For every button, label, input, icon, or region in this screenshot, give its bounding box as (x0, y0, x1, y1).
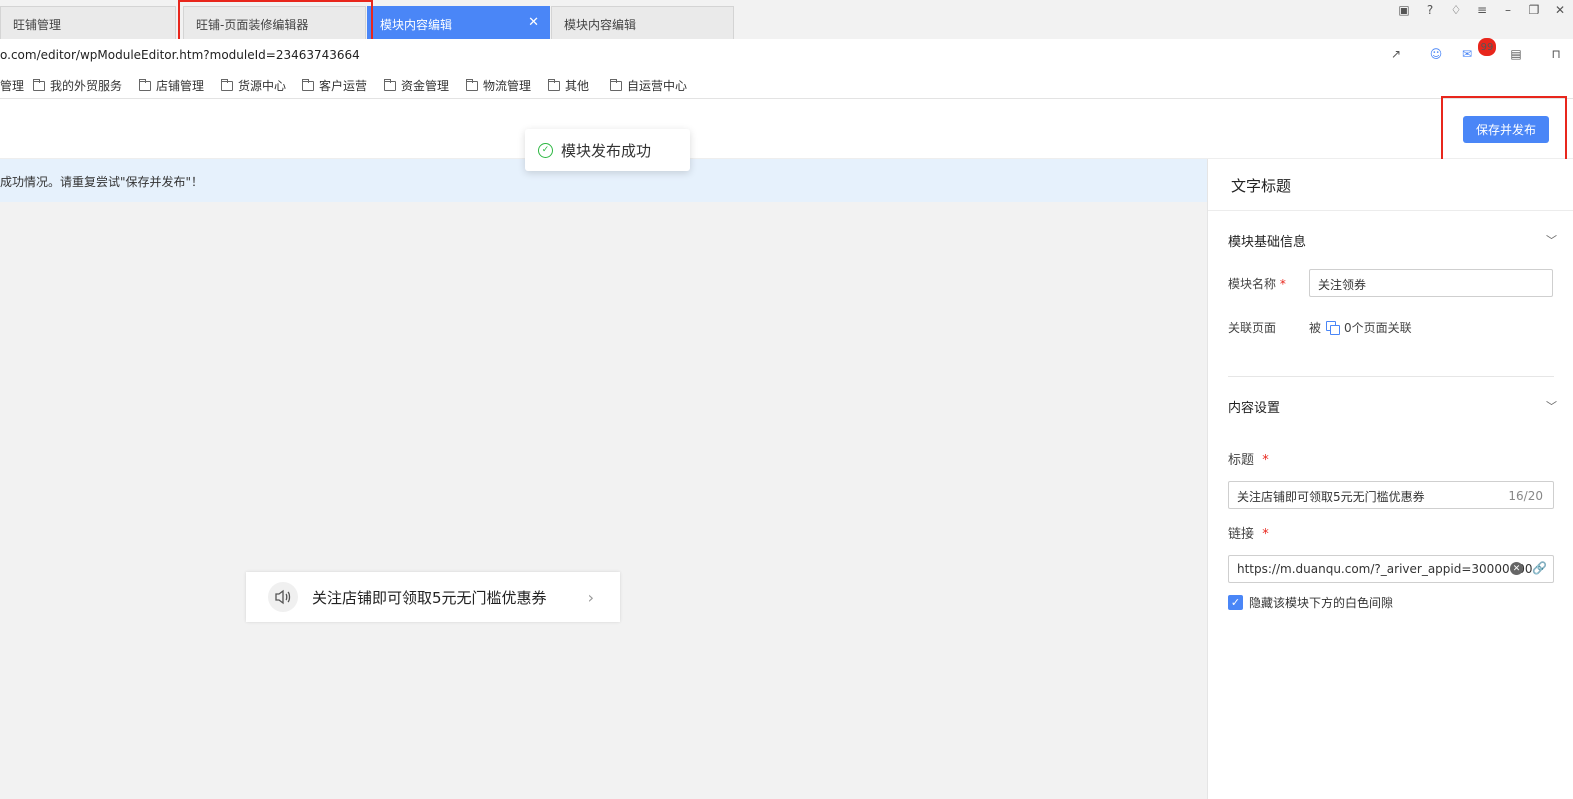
clear-icon[interactable]: ✕ (1510, 562, 1523, 575)
bookmark-label: 资金管理 (401, 79, 450, 93)
label-text: 链接 (1228, 527, 1255, 542)
required-mark: * (1279, 277, 1286, 291)
hide-gap-checkbox[interactable]: ✓ 隐藏该模块下方的白色间隙 (1228, 594, 1393, 611)
bag-icon[interactable]: ⊓ (1547, 45, 1565, 63)
editor-canvas: 成功情况。请重复尝试"保存并发布"！ 关注店铺即可领取5元无门槛优惠券 › (0, 159, 1207, 799)
label-text: 标题 (1228, 453, 1255, 468)
relation-text[interactable]: 0个页面关联 (1344, 319, 1412, 336)
check-circle-icon: ✓ (538, 142, 553, 158)
relation-prefix: 被 (1309, 321, 1322, 335)
highlight-box-save (1441, 96, 1567, 163)
bookmark-label: 物流管理 (483, 79, 532, 93)
folder-icon (548, 78, 560, 91)
menu-icon[interactable]: ≡ (1475, 3, 1489, 17)
mail-icon[interactable]: ✉ 99 (1462, 38, 1497, 63)
bookmark-item[interactable]: 客户运营 (302, 77, 367, 94)
speaker-icon (268, 582, 298, 612)
chevron-down-icon[interactable]: ﹀ (1546, 398, 1557, 414)
divider (1228, 376, 1554, 377)
char-counter: 16/20 (1508, 489, 1543, 503)
bookmark-item[interactable]: 物流管理 (466, 77, 531, 94)
chevron-down-icon[interactable]: ﹀ (1546, 232, 1557, 248)
relation-info: 被 0个页面关联 (1309, 319, 1412, 336)
panel-title: 文字标题 (1231, 177, 1292, 195)
window-controls: ▣ ? ♢ ≡ – ❐ ✕ (1397, 3, 1567, 21)
copy-icon (1326, 321, 1341, 335)
bookmark-item[interactable]: 资金管理 (384, 77, 449, 94)
folder-icon (610, 78, 622, 91)
address-icons: ↗ ☺ ✉ 99 ▤ ⊓ (1387, 38, 1565, 63)
heading-input[interactable]: 关注店铺即可领取5元无门槛优惠券 16/20 (1228, 481, 1554, 509)
link-icon[interactable]: 🔗 (1532, 561, 1547, 575)
tab-label: 模块内容编辑 (380, 18, 453, 32)
bookmark-item[interactable]: 店铺管理 (139, 77, 204, 94)
folder-icon (139, 78, 151, 91)
checkbox-label: 隐藏该模块下方的白色间隙 (1249, 596, 1394, 610)
preview-inner: 关注店铺即可领取5元无门槛优惠券 › (256, 574, 610, 620)
restore-icon[interactable]: ❐ (1527, 3, 1541, 17)
preview-text: 关注店铺即可领取5元无门槛优惠券 (312, 588, 547, 607)
skin-icon[interactable]: ♢ (1449, 3, 1463, 17)
module-name-input[interactable]: 关注领券 (1309, 269, 1553, 297)
card-icon[interactable]: ▤ (1507, 45, 1525, 63)
checkbox-checked-icon[interactable]: ✓ (1228, 595, 1243, 610)
bookmark-label: 货源中心 (238, 79, 287, 93)
bookmark-label: 店铺管理 (156, 79, 205, 93)
bookmark-label: 我的外贸服务 (50, 79, 123, 93)
bookmark-label: 管理 (0, 79, 25, 93)
chevron-right-icon: › (587, 588, 594, 607)
link-label: 链接 * (1228, 523, 1269, 542)
notice-text: 成功情况。请重复尝试"保存并发布"！ (0, 175, 204, 189)
editor-header (0, 100, 1573, 159)
tab-wangpu-manage[interactable]: 旺铺管理 (0, 6, 176, 39)
section-basic-info[interactable]: 模块基础信息 (1228, 231, 1306, 250)
link-input[interactable]: https://m.duanqu.com/?_ariver_appid=3000… (1228, 555, 1554, 583)
mail-badge: 99 (1478, 38, 1497, 56)
folder-icon (466, 78, 478, 91)
bookmark-label: 自运营中心 (627, 79, 688, 93)
folder-icon (221, 78, 233, 91)
tab-label: 模块内容编辑 (564, 18, 637, 32)
bookmark-label: 客户运营 (319, 79, 368, 93)
close-icon[interactable]: ✕ (528, 15, 539, 30)
open-external-icon[interactable]: ↗ (1387, 45, 1405, 63)
bookmark-item[interactable]: 我的外贸服务 (33, 77, 122, 94)
success-toast: ✓ 模块发布成功 (525, 129, 690, 171)
required-mark: * (1262, 453, 1269, 468)
tab-module-editor[interactable]: 模块内容编辑 (551, 6, 734, 39)
module-name-label: 模块名称 * (1228, 275, 1286, 292)
bookmark-item[interactable]: 其他 (548, 77, 589, 94)
minimize-icon[interactable]: – (1501, 3, 1515, 17)
bookmark-item[interactable]: 货源中心 (221, 77, 286, 94)
folder-icon (302, 78, 314, 91)
assistant-icon[interactable]: ☺ (1427, 45, 1445, 63)
label-text: 模块名称 (1228, 277, 1277, 291)
bookmark-bar: 管理 我的外贸服务 店铺管理 货源中心 客户运营 资金管理 物流管理 其他 自运… (0, 71, 1573, 99)
required-mark: * (1262, 527, 1269, 542)
section-content-settings[interactable]: 内容设置 (1228, 397, 1280, 416)
tab-label: 旺铺管理 (13, 18, 62, 32)
input-value: 关注店铺即可领取5元无门槛优惠券 (1237, 490, 1425, 504)
url-text[interactable]: o.com/editor/wpModuleEditor.htm?moduleId… (0, 48, 360, 62)
close-window-icon[interactable]: ✕ (1553, 3, 1567, 17)
address-bar: o.com/editor/wpModuleEditor.htm?moduleId… (0, 38, 1573, 71)
help-icon[interactable]: ? (1423, 3, 1437, 17)
folder-icon (33, 78, 45, 91)
tab-module-editor-active[interactable]: 模块内容编辑 ✕ (367, 6, 550, 39)
bookmark-item[interactable]: 自运营中心 (610, 77, 687, 94)
folder-icon (384, 78, 396, 91)
settings-panel: 文字标题 模块基础信息 ﹀ 模块名称 * 关注领券 关联页面 被 0个页面关联 … (1207, 159, 1573, 799)
input-value: 关注领券 (1318, 278, 1367, 292)
divider (1208, 210, 1573, 211)
input-value: https://m.duanqu.com/?_ariver_appid=3000… (1237, 562, 1533, 576)
feedback-icon[interactable]: ▣ (1397, 3, 1411, 17)
heading-label: 标题 * (1228, 449, 1269, 468)
toast-text: 模块发布成功 (561, 141, 652, 160)
bookmark-item[interactable]: 管理 (0, 77, 24, 94)
module-preview[interactable]: 关注店铺即可领取5元无门槛优惠券 › (246, 572, 620, 622)
bookmark-label: 其他 (565, 79, 590, 93)
relation-label: 关联页面 (1228, 321, 1277, 335)
